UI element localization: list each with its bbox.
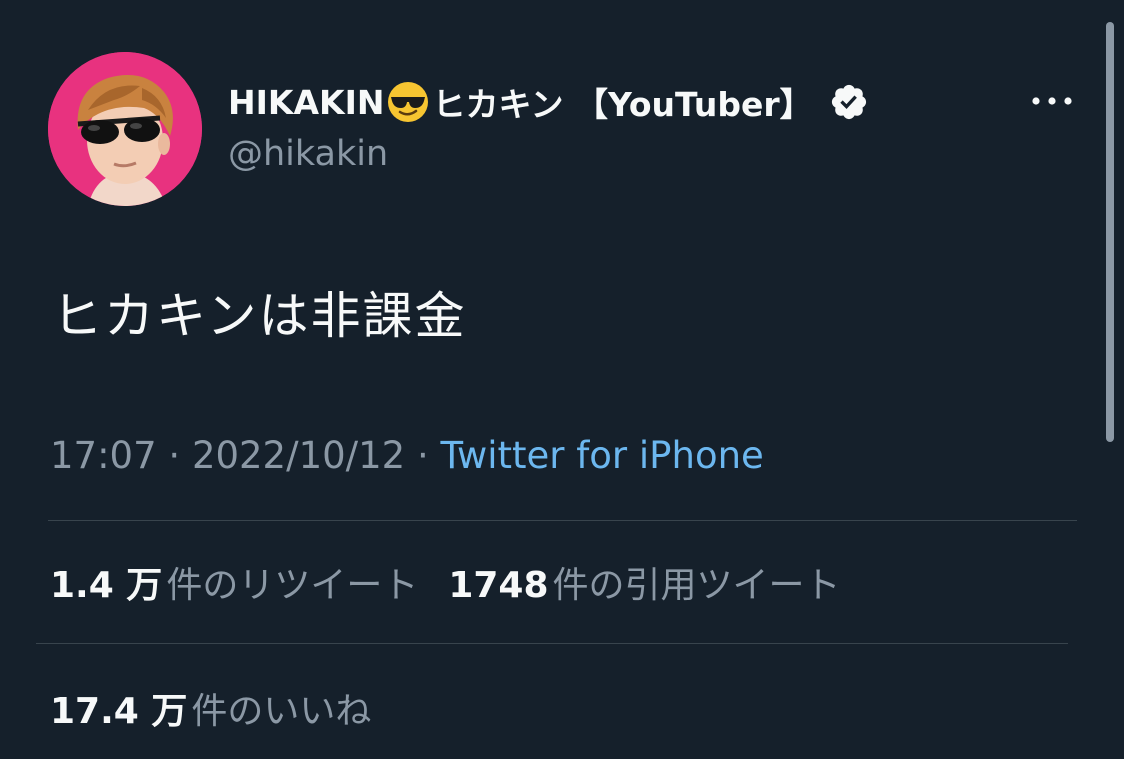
meta-separator: ·: [168, 434, 181, 477]
avatar[interactable]: [48, 52, 202, 206]
retweets-stat[interactable]: 1.4 万 件のリツイート: [50, 556, 418, 608]
verified-badge-icon: [829, 82, 869, 122]
display-name-row[interactable]: HIKAKIN ヒカキン 【YouTuber】: [228, 78, 869, 126]
more-options-icon[interactable]: [1028, 86, 1076, 116]
quotes-label: 件の引用ツイート: [552, 565, 841, 606]
likes-stats: 17.4 万 件のいいね: [50, 682, 371, 734]
tweet-date[interactable]: 2022/10/12: [192, 434, 405, 477]
tweet-source-link[interactable]: Twitter for iPhone: [441, 434, 764, 477]
display-name-prefix[interactable]: HIKAKIN: [228, 83, 384, 122]
user-handle[interactable]: @hikakin: [228, 134, 388, 174]
divider: [48, 520, 1077, 521]
retweet-quote-stats: 1.4 万 件のリツイート 1748 件の引用ツイート: [50, 556, 841, 608]
likes-label: 件のいいね: [191, 691, 372, 732]
scrollbar[interactable]: [1106, 22, 1114, 442]
quotes-count: 1748: [448, 565, 549, 606]
meta-separator: ·: [416, 434, 429, 477]
likes-stat[interactable]: 17.4 万 件のいいね: [50, 682, 371, 734]
retweets-count: 1.4 万: [50, 565, 163, 606]
tweet-metadata: 17:07 · 2022/10/12 · Twitter for iPhone: [50, 434, 764, 477]
avatar-portrait: [48, 52, 202, 206]
tweet-text: ヒカキンは非課金: [52, 287, 467, 345]
tweet-detail-page: HIKAKIN ヒカキン 【YouTuber】 @hikakin ヒカキンは非課…: [0, 0, 1124, 759]
likes-count: 17.4 万: [50, 691, 188, 732]
divider: [36, 643, 1068, 644]
display-name-suffix[interactable]: ヒカキン 【YouTuber】: [432, 78, 812, 126]
tweet-time[interactable]: 17:07: [50, 434, 157, 477]
retweets-label: 件のリツイート: [166, 565, 419, 606]
sunglasses-emoji-icon: [386, 80, 430, 124]
quotes-stat[interactable]: 1748 件の引用ツイート: [448, 556, 840, 608]
